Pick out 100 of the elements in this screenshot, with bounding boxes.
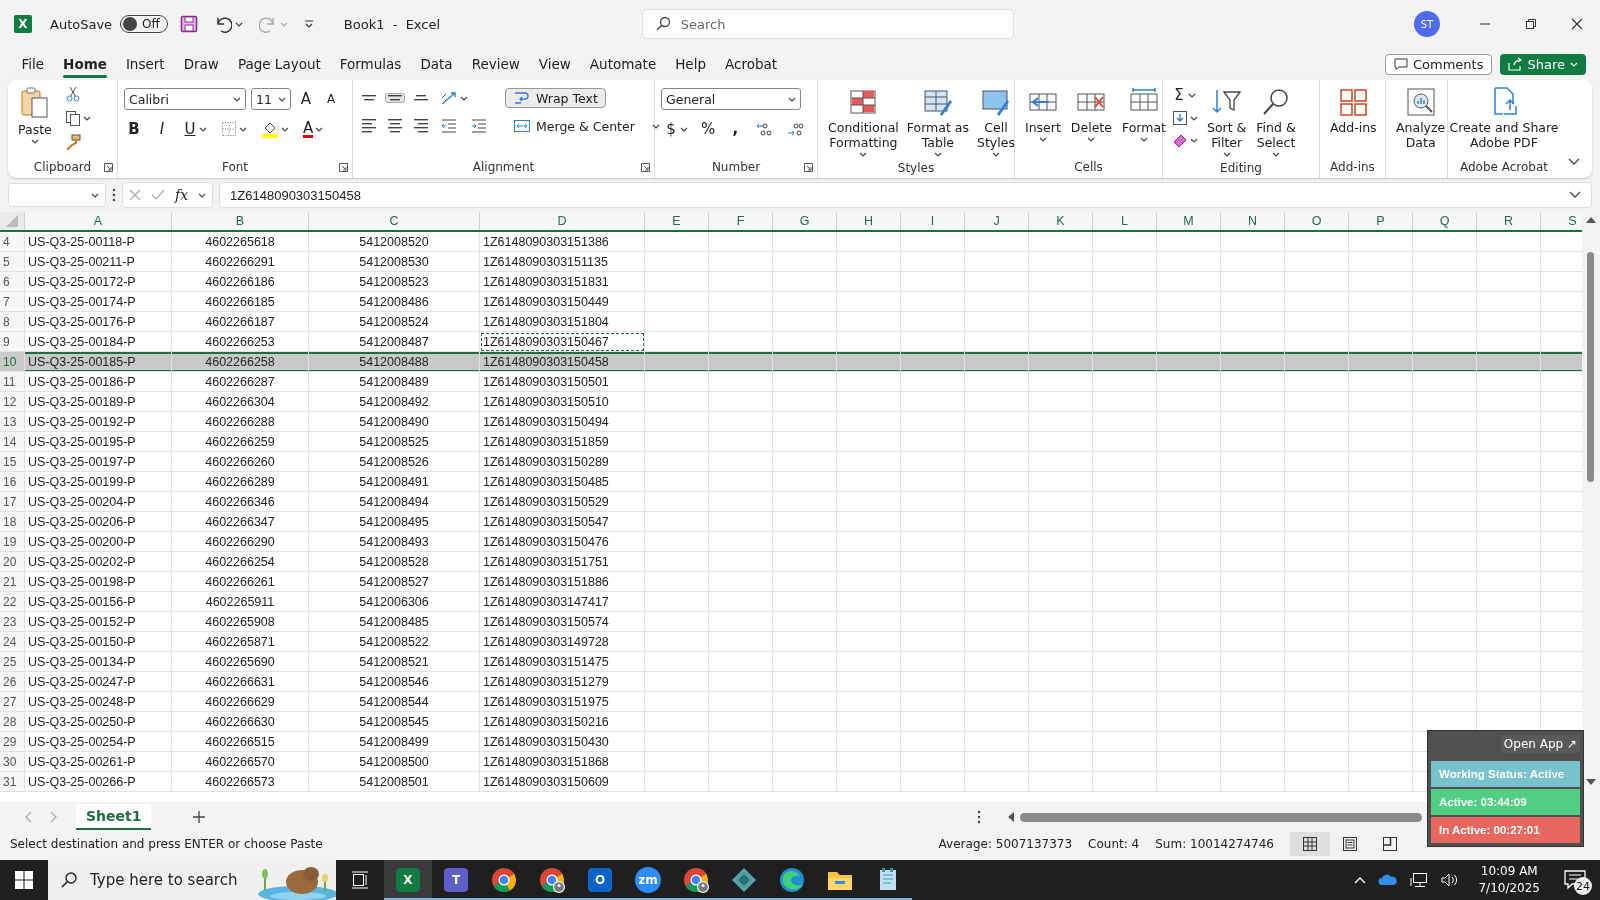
search-field[interactable]: Search [641,9,1014,39]
align-right-button[interactable] [411,117,431,135]
menu-tab[interactable]: View [529,52,581,76]
font-color-button[interactable]: A [300,118,327,140]
column-header[interactable]: B [172,212,309,230]
shrink-font-button[interactable]: A [321,90,341,108]
row-number[interactable]: 10 [0,352,25,372]
taskbar-app-button[interactable]: O [576,860,624,900]
menu-tab[interactable]: Data [410,52,463,76]
row-number[interactable]: 29 [0,732,25,752]
ribbon-button[interactable]: Paste [14,84,56,146]
row-number[interactable]: 31 [0,772,25,792]
share-button[interactable]: Share [1500,53,1586,75]
row-number[interactable]: 13 [0,412,25,432]
menu-tab[interactable]: Review [462,52,530,76]
column-header[interactable]: Q [1413,212,1477,230]
menu-tab[interactable]: File [12,52,54,76]
row-number[interactable]: 6 [0,272,25,292]
menu-tab[interactable]: Formulas [330,52,411,76]
bold-button[interactable]: B [124,118,144,140]
row-number[interactable]: 9 [0,332,25,352]
row-number[interactable]: 27 [0,692,25,712]
grow-font-button[interactable]: A [296,88,316,110]
autosum-button[interactable]: Σ [1169,84,1199,106]
column-header[interactable]: O [1285,212,1349,230]
row-number[interactable]: 26 [0,672,25,692]
italic-button[interactable]: I [152,118,172,140]
column-header[interactable]: R [1477,212,1541,230]
percent-button[interactable]: % [698,118,719,140]
font-size-field[interactable]: 11 [251,88,291,110]
menu-tab[interactable]: Insert [116,52,175,76]
ribbon-button[interactable]: Find & Select [1252,84,1300,159]
ribbon-button[interactable]: Format [1117,84,1170,144]
taskbar-app-button[interactable]: X [384,860,432,900]
insert-function-button[interactable]: fx [175,187,189,203]
wrap-text-button[interactable]: Wrap Text [505,88,606,108]
row-number[interactable]: 4 [0,232,25,252]
column-header[interactable]: J [965,212,1029,230]
row-number[interactable]: 14 [0,432,25,452]
row-number[interactable]: 30 [0,752,25,772]
ribbon-button[interactable]: Conditional Formatting [824,84,903,159]
row-number[interactable]: 17 [0,492,25,512]
row-number[interactable]: 8 [0,312,25,332]
align-middle-button[interactable] [385,93,405,103]
row-number[interactable]: 22 [0,592,25,612]
column-header[interactable]: H [837,212,901,230]
ribbon-button[interactable]: Delete [1066,84,1116,144]
font-field[interactable]: Calibri [124,88,246,110]
row-number[interactable]: 12 [0,392,25,412]
menu-tab[interactable]: Automate [580,52,666,76]
column-header[interactable]: N [1221,212,1285,230]
row-number[interactable]: 24 [0,632,25,652]
column-header[interactable]: C [309,212,480,230]
sheet-tab[interactable]: Sheet1 [76,804,152,830]
column-header[interactable]: D [480,212,645,230]
menu-tab[interactable]: Help [665,52,716,76]
column-header[interactable]: K [1029,212,1093,230]
ribbon-button[interactable]: Sort & Filter [1203,84,1251,159]
align-left-button[interactable] [359,117,379,135]
menu-tab[interactable]: Draw [174,52,229,76]
clock-time[interactable]: 10:09 AM [1480,863,1538,880]
row-number[interactable]: 20 [0,552,25,572]
ribbon-button[interactable]: Cell Styles [973,84,1019,159]
ribbon-button[interactable]: Insert [1021,84,1065,144]
row-number[interactable]: 23 [0,612,25,632]
align-bottom-button[interactable] [411,93,431,103]
column-header[interactable]: E [645,212,709,230]
column-header[interactable]: L [1093,212,1157,230]
align-top-button[interactable] [359,93,379,103]
row-number[interactable]: 21 [0,572,25,592]
taskbar-search-field[interactable]: Type here to search [48,860,336,900]
align-center-button[interactable] [385,117,405,135]
open-app-link[interactable]: Open App ↗ [1500,735,1580,753]
horizontal-scrollbar[interactable] [977,811,1422,823]
row-number[interactable]: 15 [0,452,25,472]
column-header[interactable]: F [709,212,773,230]
row-number[interactable]: 19 [0,532,25,552]
column-header[interactable]: M [1157,212,1221,230]
ribbon-button[interactable]: Format as Table [902,84,973,159]
number-format-field[interactable]: General [661,88,801,110]
menu-tab[interactable]: Home [53,52,117,76]
row-number[interactable]: 11 [0,372,25,392]
ribbon-button[interactable]: Add-ins [1326,84,1381,137]
row-number[interactable]: 28 [0,712,25,732]
formula-field[interactable]: 1Z6148090303150458 [219,182,1592,208]
user-avatar[interactable]: ST [1414,11,1440,37]
row-number[interactable]: 18 [0,512,25,532]
menu-tab[interactable]: Page Layout [228,52,331,76]
view-button[interactable] [1290,832,1330,856]
column-header[interactable]: I [901,212,965,230]
column-header[interactable]: G [773,212,837,230]
clock-date[interactable]: 7/10/2025 [1478,880,1540,897]
comments-button[interactable]: Comments [1385,53,1493,75]
column-header[interactable]: P [1349,212,1413,230]
row-number[interactable]: 16 [0,472,25,492]
scroll-thumb[interactable] [1587,252,1594,482]
column-header[interactable]: A [25,212,172,230]
row-number[interactable]: 25 [0,652,25,672]
taskbar-app-button[interactable]: T [432,860,480,900]
comma-button[interactable]: , [725,118,746,140]
